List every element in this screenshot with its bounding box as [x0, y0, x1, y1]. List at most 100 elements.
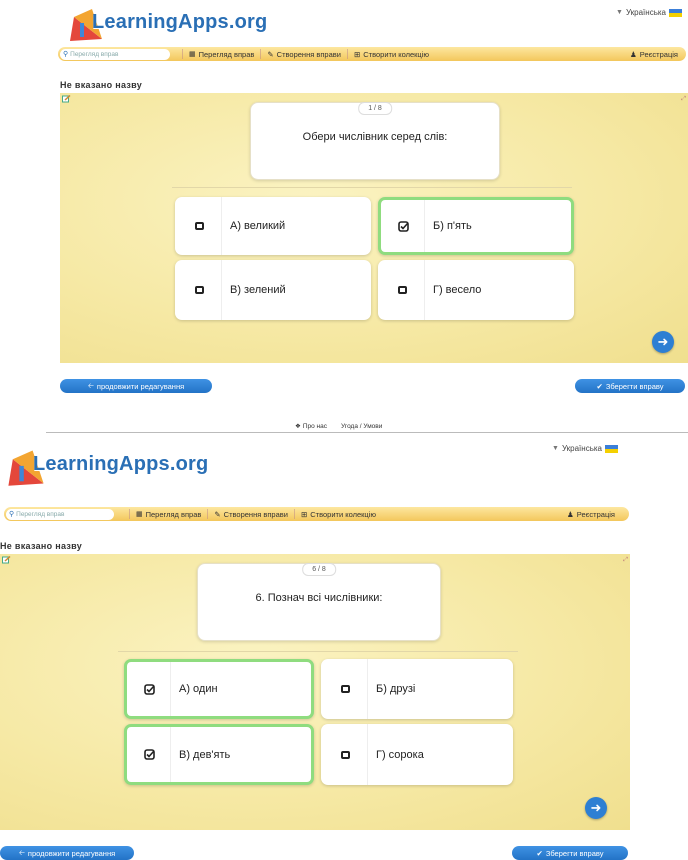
nav-divider: [260, 49, 262, 59]
nav-collection-label: Створити колекцію: [363, 49, 430, 59]
logo[interactable]: LearningApps.org: [4, 442, 234, 488]
search-icon: ⚲: [63, 51, 69, 58]
answer-option-d[interactable]: Г) сорока: [321, 724, 513, 785]
pencil-icon: ✎: [214, 509, 221, 519]
logo-text: LearningApps.org: [92, 11, 268, 33]
nav-collection[interactable]: ⊞ Створити колекцію: [295, 510, 382, 519]
nav-browse[interactable]: ▦ Перегляд вправ: [130, 510, 207, 519]
language-selector[interactable]: ▼ Українська: [616, 8, 682, 17]
divider-line: [172, 187, 572, 188]
continue-editing-button[interactable]: 🡠 продовжити редагування: [0, 846, 134, 860]
fullscreen-icon[interactable]: ⤢: [623, 557, 628, 564]
pencil-icon: ✎: [267, 49, 274, 59]
nav-browse-label: Перегляд вправ: [198, 49, 255, 59]
language-label: Українська: [625, 8, 666, 17]
user-icon: ♟: [567, 509, 574, 519]
answer-label: Г) сорока: [376, 748, 424, 761]
collection-icon: ⊞: [353, 49, 361, 59]
question-counter: 1 / 8: [358, 102, 392, 115]
answer-label: В) зелений: [230, 284, 286, 296]
navbar: ⚲ Перегляд вправ ▦ Перегляд вправ ✎ Ство…: [4, 507, 629, 521]
checkbox-icon: [398, 286, 407, 294]
nav-divider: [293, 509, 295, 519]
chevron-down-icon: ▼: [552, 445, 559, 452]
chevron-down-icon: ▼: [616, 9, 623, 16]
continue-editing-label: продовжити редагування: [96, 381, 185, 391]
answer-option-c[interactable]: В) зелений: [175, 260, 371, 320]
app-area: ⤢ 1 / 8 Обери числівник серед слів: А) в…: [60, 93, 688, 363]
divider-line: [118, 651, 518, 652]
app-area: ⤢ 6 / 8 6. Познач всі числівники: А) оди…: [0, 554, 630, 830]
flag-icon: [669, 8, 682, 17]
arrow-right-icon: ➜: [657, 334, 669, 349]
logo[interactable]: LearningApps.org: [66, 3, 268, 43]
search-input[interactable]: ⚲ Перегляд вправ: [6, 508, 114, 520]
next-arrow-button[interactable]: ➜: [652, 331, 674, 353]
answer-option-a[interactable]: А) один: [124, 659, 314, 719]
register-label: Реєстрація: [639, 49, 678, 59]
checkbox-icon: [195, 222, 204, 230]
screenshot-top: LearningApps.org ▼ Українська ⚲ Перегляд…: [0, 0, 688, 430]
page-title: Не вказано назву: [0, 541, 83, 551]
logo-text: LearningApps.org: [33, 453, 209, 475]
save-button[interactable]: ✔ Зберегти вправу: [512, 846, 628, 860]
page-title: Не вказано назву: [60, 80, 143, 90]
language-selector[interactable]: ▼ Українська: [552, 444, 618, 453]
answer-label: Б) п'ять: [433, 220, 472, 232]
collection-icon: ⊞: [300, 509, 308, 519]
nav-create-label: Створення вправи: [223, 509, 288, 519]
arrow-left-icon: 🡠: [87, 380, 94, 390]
checkbox-icon: [195, 286, 204, 294]
checked-checkbox-icon: [144, 749, 155, 760]
nav-browse[interactable]: ▦ Перегляд вправ: [183, 50, 260, 59]
question-text: 6. Познач всі числівники:: [255, 592, 383, 604]
nav-create[interactable]: ✎ Створення вправи: [208, 510, 294, 519]
edit-icon[interactable]: [2, 556, 11, 564]
save-label: Зберегти вправу: [545, 848, 604, 858]
register-label: Реєстрація: [576, 509, 615, 519]
language-label: Українська: [561, 444, 602, 453]
about-label: Про нас: [302, 422, 327, 430]
fullscreen-icon[interactable]: ⤢: [681, 96, 686, 103]
flag-icon: [605, 444, 618, 453]
search-placeholder: Перегляд вправ: [70, 50, 119, 58]
answer-separator: [424, 200, 425, 252]
terms-link[interactable]: Угода / Умови: [341, 422, 382, 430]
answer-option-b[interactable]: Б) друзі: [321, 659, 513, 719]
answer-option-a[interactable]: А) великий: [175, 197, 371, 255]
save-button[interactable]: ✔ Зберегти вправу: [575, 379, 685, 393]
answer-option-b[interactable]: Б) п'ять: [378, 197, 574, 255]
answer-label: В) дев'ять: [179, 748, 231, 761]
question-card: 1 / 8 Обери числівник серед слів:: [250, 102, 500, 180]
arrow-right-icon: ➜: [590, 800, 602, 815]
edit-icon[interactable]: [62, 95, 71, 103]
nav-create[interactable]: ✎ Створення вправи: [261, 50, 347, 59]
search-input[interactable]: ⚲ Перегляд вправ: [60, 48, 170, 60]
answer-separator: [424, 260, 425, 320]
nav-collection-label: Створити колекцію: [310, 509, 377, 519]
nav-divider: [346, 49, 348, 59]
answer-separator: [170, 662, 171, 716]
question-card: 6 / 8 6. Познач всі числівники:: [197, 563, 441, 641]
user-icon: ♟: [630, 49, 637, 59]
next-arrow-button[interactable]: ➜: [585, 797, 607, 819]
answer-separator: [367, 724, 368, 785]
register-link[interactable]: ♟ Реєстрація: [630, 50, 678, 59]
answer-option-d[interactable]: Г) весело: [378, 260, 574, 320]
about-link[interactable]: ❖ Про нас: [295, 422, 327, 431]
answer-separator: [221, 197, 222, 255]
question-counter: 6 / 8: [302, 563, 336, 576]
register-link[interactable]: ♟ Реєстрація: [567, 510, 615, 519]
answer-label: Б) друзі: [376, 683, 416, 695]
grid-icon: ▦: [189, 51, 196, 58]
nav-divider: [182, 49, 183, 59]
nav-browse-label: Перегляд вправ: [145, 509, 202, 519]
info-icon: ❖: [295, 423, 301, 430]
nav-collection[interactable]: ⊞ Створити колекцію: [348, 50, 435, 59]
answer-label: А) великий: [230, 220, 286, 232]
save-label: Зберегти вправу: [605, 381, 664, 391]
screenshot-divider: [46, 432, 688, 433]
answer-option-c[interactable]: В) дев'ять: [124, 724, 314, 785]
answer-separator: [170, 727, 171, 782]
continue-editing-button[interactable]: 🡠 продовжити редагування: [60, 379, 212, 393]
